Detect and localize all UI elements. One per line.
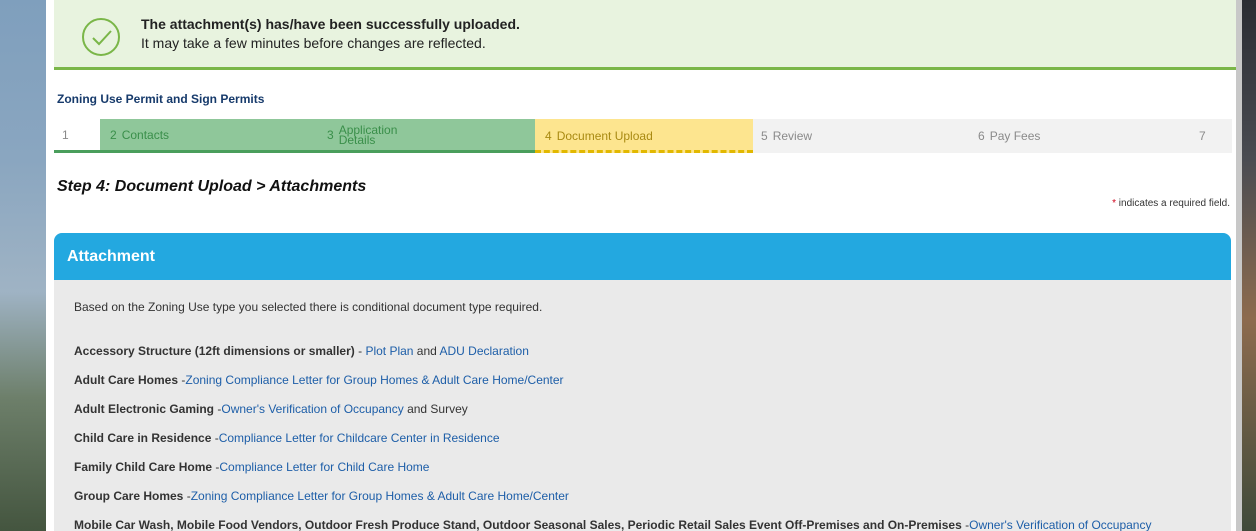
success-notice: The attachment(s) has/have been successf… xyxy=(54,0,1236,70)
step-2-contacts[interactable]: 2 Contacts xyxy=(100,119,317,153)
page-content: The attachment(s) has/have been successf… xyxy=(46,0,1236,531)
required-field-note: * indicates a required field. xyxy=(1112,198,1230,209)
step-label: Pay Fees xyxy=(989,129,1041,143)
adu-declaration-link[interactable]: ADU Declaration xyxy=(440,344,529,358)
step-1[interactable]: 1 xyxy=(54,119,100,153)
plot-plan-link[interactable]: Plot Plan xyxy=(365,344,413,358)
requirement-row: Family Child Care Home -Compliance Lette… xyxy=(74,460,430,474)
requirement-row: Mobile Car Wash, Mobile Food Vendors, Ou… xyxy=(74,518,1152,531)
step-7[interactable]: 7 xyxy=(1193,119,1232,153)
step-progress-bar: 1 2 Contacts 3 Application Details 4 Docu… xyxy=(54,119,1232,153)
notice-subtitle: It may take a few minutes before changes… xyxy=(141,35,486,51)
step-label: Contacts xyxy=(121,127,170,142)
permit-title: Zoning Use Permit and Sign Permits xyxy=(57,92,265,106)
compliance-letter-link[interactable]: Zoning Compliance Letter for Group Homes… xyxy=(185,373,563,387)
step-4-document-upload[interactable]: 4 Document Upload xyxy=(535,119,753,153)
attachment-panel: Attachment Based on the Zoning Use type … xyxy=(54,233,1231,531)
step-3-application-details[interactable]: 3 Application Details xyxy=(317,119,535,153)
attachment-panel-title: Attachment xyxy=(54,233,1231,280)
requirement-row: Adult Electronic Gaming -Owner's Verific… xyxy=(74,402,468,416)
child-care-home-link[interactable]: Compliance Letter for Child Care Home xyxy=(219,460,429,474)
step-6-pay-fees[interactable]: 6 Pay Fees xyxy=(978,119,1193,153)
requirement-row: Accessory Structure (12ft dimensions or … xyxy=(74,344,529,358)
requirement-row: Child Care in Residence -Compliance Lett… xyxy=(74,431,500,445)
step-heading: Step 4: Document Upload > Attachments xyxy=(57,178,367,195)
step-label: Document Upload xyxy=(556,129,653,143)
step-label: Application Details xyxy=(338,122,398,147)
owner-verification-link[interactable]: Owner's Verification of Occupancy xyxy=(969,518,1151,531)
notice-title: The attachment(s) has/have been successf… xyxy=(141,16,520,32)
background-left xyxy=(0,0,46,531)
childcare-compliance-link[interactable]: Compliance Letter for Childcare Center i… xyxy=(219,431,500,445)
background-right xyxy=(1236,0,1256,531)
step-5-review[interactable]: 5 Review xyxy=(753,119,978,153)
requirement-row: Adult Care Homes -Zoning Compliance Lett… xyxy=(74,373,564,387)
check-circle-icon xyxy=(82,18,120,56)
step-label: Review xyxy=(772,129,813,143)
owner-verification-link[interactable]: Owner's Verification of Occupancy xyxy=(221,402,403,416)
compliance-letter-link[interactable]: Zoning Compliance Letter for Group Homes… xyxy=(191,489,569,503)
requirement-row: Group Care Homes -Zoning Compliance Lett… xyxy=(74,489,569,503)
intro-text: Based on the Zoning Use type you selecte… xyxy=(74,300,543,314)
